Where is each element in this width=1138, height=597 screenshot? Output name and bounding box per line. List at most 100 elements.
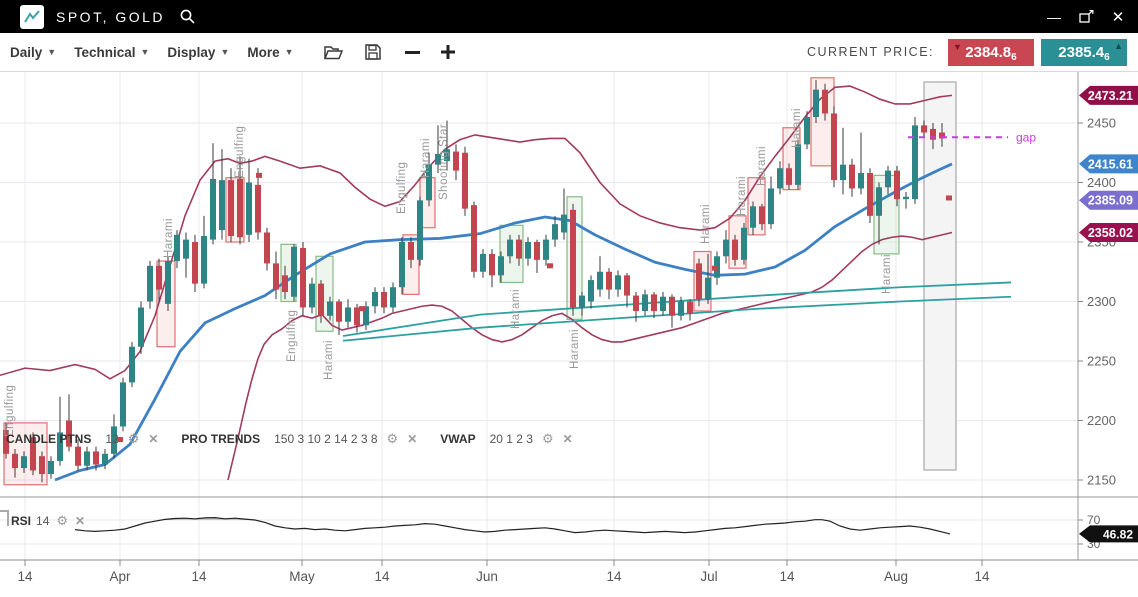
pattern-marker-dot [547,263,553,268]
trading-app-window: SPOT, GOLD — ✕ Daily▼ Technical▼ [0,0,1138,597]
bearish-candle [633,296,639,311]
candlestick-chart-canvas[interactable]: EngulfingHaramiEngulfingEngulfingHaramiE… [0,72,1138,597]
pattern-marker-dot [359,306,365,311]
bullish-candle [660,297,666,311]
bullish-candle [795,144,801,184]
bearish-candle [75,447,81,466]
bearish-candle [282,275,288,292]
price-badge-text: 2385.09 [1088,194,1133,208]
gear-icon[interactable]: ⚙ [128,431,140,447]
bearish-candle [687,302,693,314]
ask-price-badge: 2385.46 ▲ [1041,39,1127,66]
menu-timeframe-label: Daily [10,45,42,60]
save-icon[interactable] [365,44,381,60]
bearish-candle [12,454,18,468]
pattern-label: Harami [700,204,712,244]
bullish-candle [876,187,882,216]
menu-more[interactable]: More ▼ [247,45,293,60]
gap-label: gap [1016,130,1036,144]
bullish-candle [84,451,90,465]
bearish-candle [192,242,198,284]
bullish-candle [741,228,747,260]
window-controls: — ✕ [1046,9,1126,25]
chevron-down-icon: ▼ [220,47,229,57]
bullish-candle [543,240,549,260]
price-badge-text: 2358.02 [1088,226,1133,240]
bullish-candle [345,307,351,321]
symbol-title: SPOT, GOLD [56,9,165,25]
bearish-candle [822,90,828,114]
bearish-candle [489,254,495,275]
bullish-candle [750,206,756,227]
bearish-candle [273,263,279,289]
rsi-drag-handle[interactable] [0,510,9,526]
close-icon[interactable]: ✕ [75,514,85,528]
rsi-label: RSI [11,514,31,528]
chart-area[interactable]: EngulfingHaramiEngulfingEngulfingHaramiE… [0,72,1138,597]
bearish-candle [606,272,612,290]
open-file-icon[interactable] [324,45,343,60]
menu-timeframe[interactable]: Daily▼ [10,45,56,60]
bullish-candle [138,307,144,346]
current-price-zone: CURRENT PRICE: ▼ 2384.86 2385.46 ▲ [807,39,1134,66]
bullish-candle [561,215,567,233]
bullish-candle [372,292,378,306]
gear-icon[interactable]: ⚙ [542,431,554,447]
bullish-candle [210,179,216,240]
gear-icon[interactable]: ⚙ [387,431,399,447]
minimize-button[interactable]: — [1046,9,1062,25]
candles [3,80,945,482]
zoom-in-icon[interactable] [440,44,456,60]
pattern-labels: EngulfingHaramiEngulfingEngulfingHaramiE… [4,108,893,437]
bearish-candle [30,437,36,470]
pattern-label: Harami [569,329,581,369]
pattern-label: Harami [420,138,432,178]
bullish-candle [840,165,846,180]
close-button[interactable]: ✕ [1110,9,1126,25]
gear-icon[interactable]: ⚙ [56,513,68,529]
pattern-label: Engulfing [234,126,246,178]
bullish-candle [498,256,504,275]
bullish-candle [291,247,297,297]
bearish-candle [696,263,702,299]
pattern-label: Harami [736,176,748,216]
menu-display-label: Display [167,45,215,60]
bearish-candle [93,451,99,464]
menu-display[interactable]: Display ▼ [167,45,229,60]
pattern-label: Engulfing [4,385,16,437]
bid-price-value: 2384.8 [965,44,1011,61]
rsi-params: 14 [36,514,49,528]
y-tick-label: 2200 [1087,413,1116,428]
restore-button[interactable] [1078,9,1094,25]
bearish-candle [534,242,540,260]
y-tick-label: 2400 [1087,175,1116,190]
bullish-candle [120,382,126,426]
x-tick-label: May [289,569,315,584]
bullish-candle [399,242,405,287]
bullish-candle [390,287,396,307]
x-tick-label: Jul [700,569,717,584]
bid-price-badge: ▼ 2384.86 [948,39,1034,66]
menu-more-label: More [247,45,279,60]
bullish-candle [552,224,558,239]
close-icon[interactable]: ✕ [407,432,417,446]
close-icon[interactable]: ✕ [563,432,573,446]
pattern-marker-dot [117,437,123,442]
bullish-candle [615,275,621,289]
current-session-box [924,82,956,470]
bullish-candle [147,266,153,302]
pattern-label: Engulfing [286,310,298,362]
menu-technical[interactable]: Technical▼ [74,45,149,60]
close-icon[interactable]: ✕ [148,432,158,446]
zoom-out-icon[interactable] [405,51,420,54]
bullish-candle [507,240,513,257]
arrow-down-icon: ▼ [953,43,962,52]
bearish-candle [669,297,675,316]
bearish-candle [759,206,765,224]
bearish-candle [66,421,72,447]
chevron-down-icon: ▼ [285,47,294,57]
bearish-candle [228,180,234,236]
y-tick-label: 2250 [1087,354,1116,369]
bullish-candle [201,236,207,284]
search-icon[interactable] [179,8,196,25]
